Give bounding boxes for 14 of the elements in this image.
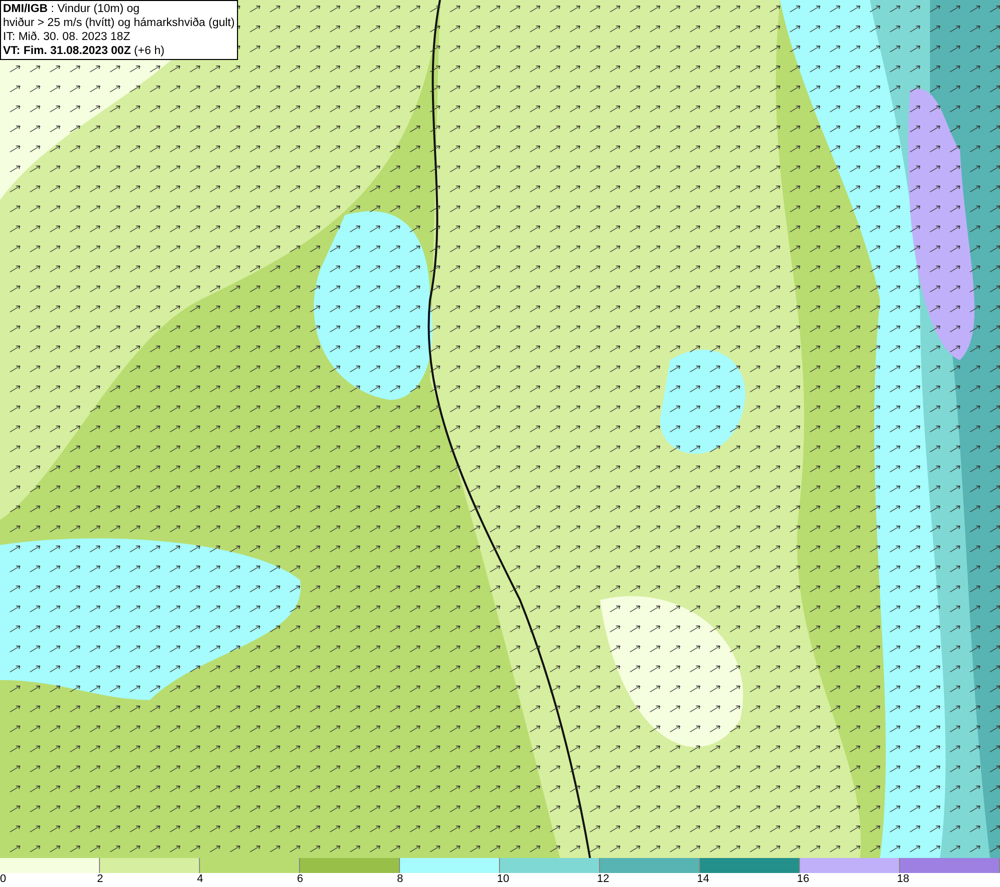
legend-label: 2 bbox=[97, 873, 104, 886]
header-text: DMI/IGB : Vindur (10m) og bbox=[3, 2, 141, 16]
legend-label: 10 bbox=[497, 873, 510, 886]
legend-label: 12 bbox=[597, 873, 610, 886]
legend-label: 6 bbox=[297, 873, 304, 886]
header-text: IT: Mið. 30. 08. 2023 18Z bbox=[3, 30, 132, 44]
header-text: hviður > 25 m/s (hvítt) og hámarkshviða (gult) bbox=[3, 16, 235, 30]
legend-label: 4 bbox=[197, 873, 204, 886]
legend-label: 18 bbox=[897, 873, 910, 886]
legend-label: 16 bbox=[797, 873, 810, 886]
legend-label: 14 bbox=[697, 873, 710, 886]
legend-label: 0 bbox=[0, 873, 6, 886]
header-text: VT: Fim. 31.08.2023 00Z (+6 h) bbox=[3, 44, 166, 58]
legend-label: 8 bbox=[397, 873, 404, 886]
